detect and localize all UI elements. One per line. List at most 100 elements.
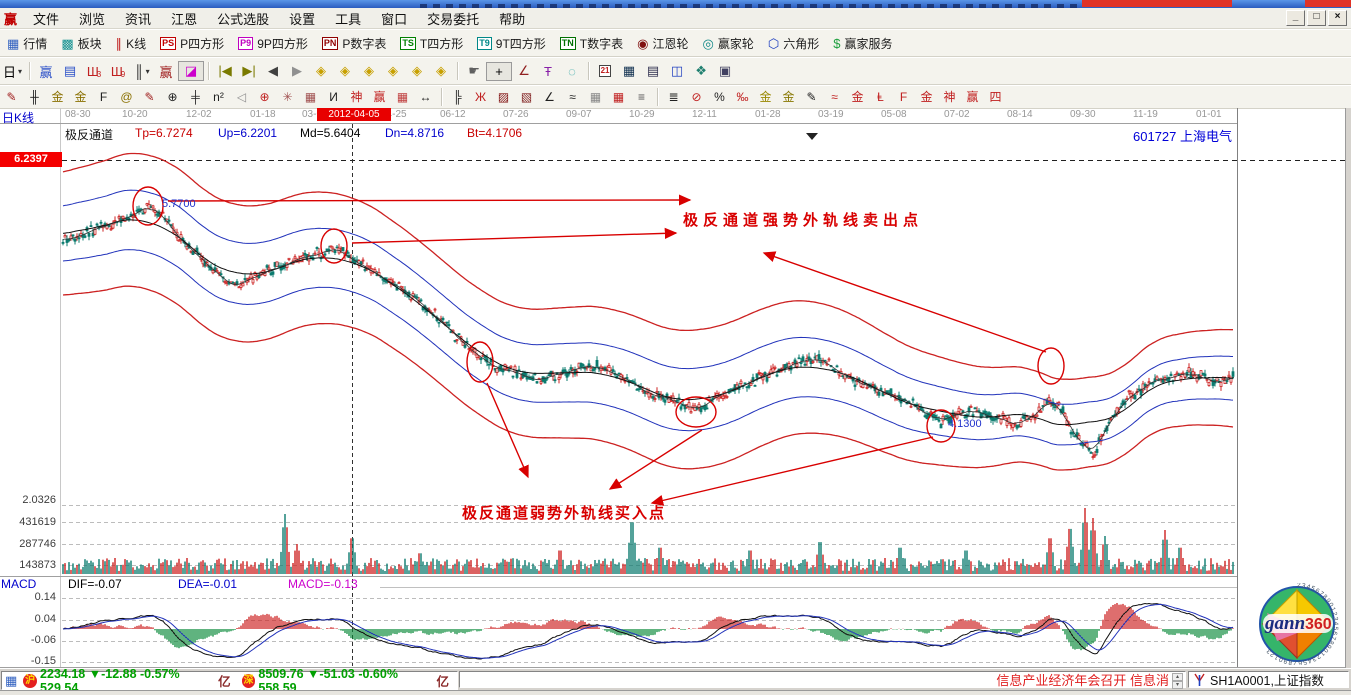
bars-9-button[interactable]: Ш9 — [106, 63, 130, 80]
wave-button[interactable]: ≈ — [561, 89, 584, 105]
menu-item-help[interactable]: 帮助 — [489, 8, 535, 29]
square-numbers-button[interactable]: n² — [207, 89, 230, 105]
menu-item-browse[interactable]: 浏览 — [69, 8, 115, 29]
pen-3-button[interactable]: ✎ — [800, 89, 823, 105]
menu-item-window[interactable]: 窗口 — [371, 8, 417, 29]
gann-grid-2-button[interactable]: ╪ — [184, 89, 207, 105]
f-angle-button[interactable]: F — [892, 89, 915, 105]
color-kline-button[interactable]: ◪ — [178, 61, 204, 81]
angle-line-button[interactable]: ∠ — [538, 89, 561, 105]
hexagon-button[interactable]: ⬡六角形 — [761, 33, 826, 54]
win-red-button[interactable]: 赢 — [154, 61, 178, 82]
gold-circle-button[interactable]: 金 — [754, 89, 777, 105]
quotes-grid-icon[interactable]: ▦ — [5, 673, 17, 689]
next-page-button[interactable]: ▶ — [285, 62, 309, 80]
price-levels-button[interactable]: ≣ — [662, 89, 685, 105]
percent-slash-button[interactable]: ⊘ — [685, 89, 708, 105]
candle-type-button[interactable]: ║▾ — [130, 63, 154, 80]
hand-drag-button[interactable]: ☛ — [462, 62, 486, 80]
parallel-lines-button[interactable]: ≡ — [630, 89, 653, 105]
diamond-right-button[interactable]: ◈ — [333, 62, 357, 80]
t-square-button[interactable]: TST四方形 — [393, 33, 470, 54]
four-angle-button[interactable]: 四 — [984, 89, 1007, 105]
diamond-full-button[interactable]: ◈ — [429, 62, 453, 80]
percent-button[interactable]: % — [708, 89, 731, 105]
levels-button[interactable]: ╠ — [446, 89, 469, 105]
gold-split-2-button[interactable]: 金 — [69, 89, 92, 105]
calendar-button[interactable]: 21 — [593, 64, 617, 78]
gold-split-button[interactable]: 金 — [46, 89, 69, 105]
menu-item-gann[interactable]: 江恩 — [161, 8, 207, 29]
win-tool-button[interactable]: 赢 — [368, 89, 391, 105]
compass-button[interactable]: ⊕ — [253, 89, 276, 105]
menu-item-file[interactable]: 文件 — [23, 8, 69, 29]
9t-square-button[interactable]: T99T四方形 — [470, 33, 553, 54]
prev-page-button[interactable]: ◀ — [261, 62, 285, 80]
analysis-cloud-button[interactable]: ◌ — [560, 63, 584, 80]
kline-button[interactable]: ∥K线 — [109, 33, 154, 54]
data-transfer-button[interactable]: ▣ — [713, 62, 737, 80]
shen-angle-button[interactable]: 神 — [938, 89, 961, 105]
mdi-restore-button[interactable]: □ — [1307, 10, 1326, 26]
gann-tool-button[interactable]: Ŧ — [536, 63, 560, 80]
pen-button[interactable]: ✎ — [0, 89, 23, 105]
trend-angle-button[interactable]: ∠ — [512, 62, 536, 80]
last-page-button[interactable]: ▶| — [237, 62, 261, 80]
menu-item-settings[interactable]: 设置 — [279, 8, 325, 29]
wheel-square-button[interactable]: ▦ — [299, 89, 322, 105]
mdi-close-button[interactable]: × — [1328, 10, 1347, 26]
cycle-ruler-button[interactable]: ⊕ — [161, 89, 184, 105]
news-ticker-text[interactable]: 信息产业经济年会召开 信息消 — [996, 670, 1169, 689]
spiral-button[interactable]: @ — [115, 89, 138, 105]
sectors-button[interactable]: ▩板块 — [54, 33, 108, 54]
wheel-star-button[interactable]: ✳ — [276, 89, 299, 105]
t-number-table-button[interactable]: TNT数字表 — [553, 33, 630, 54]
crosshair-button[interactable]: + — [486, 62, 512, 81]
gold-ray-button[interactable]: 金 — [915, 89, 938, 105]
save-button[interactable]: ◫ — [665, 62, 689, 80]
win-outline-button[interactable]: 赢 — [34, 61, 58, 82]
web-link-button[interactable]: ❖ — [689, 62, 713, 80]
shenzhen-market-badge[interactable]: 深 — [242, 674, 256, 688]
menu-item-trade-order[interactable]: 交易委托 — [417, 8, 489, 29]
calculator-button[interactable]: ▦ — [617, 62, 641, 80]
bars-3-button[interactable]: Ш3 — [82, 63, 106, 80]
diamond-expand-button[interactable]: ◈ — [405, 62, 429, 80]
selected-date-marker[interactable]: 2012-04-05 — [317, 108, 391, 121]
menu-item-news[interactable]: 资讯 — [115, 8, 161, 29]
gann-wheel-button[interactable]: ◉江恩轮 — [630, 33, 695, 54]
gold-line-button[interactable]: 金 — [777, 89, 800, 105]
mirror-button[interactable]: ◁ — [230, 89, 253, 105]
permille-button[interactable]: ‰ — [731, 89, 754, 105]
diagnosis-button[interactable]: ▤ — [58, 62, 82, 80]
diamond-out-button[interactable]: ◈ — [381, 62, 405, 80]
spinner-up-button[interactable]: ▴ — [1172, 673, 1183, 681]
mdi-minimize-button[interactable]: _ — [1286, 10, 1305, 26]
gold-angle-button[interactable]: 金 — [846, 89, 869, 105]
grid-gray-button[interactable]: ▦ — [584, 89, 607, 105]
shade-square-2-button[interactable]: ▧ — [515, 89, 538, 105]
shen-tool-button[interactable]: 神 — [345, 89, 368, 105]
first-page-button[interactable]: |◀ — [213, 62, 237, 80]
quotes-button[interactable]: ▦行情 — [0, 33, 54, 54]
win-angle-button[interactable]: 赢 — [961, 89, 984, 105]
grid-red-button[interactable]: ▦ — [607, 89, 630, 105]
shanghai-market-badge[interactable]: 沪 — [23, 674, 37, 688]
p-number-table-button[interactable]: PNP数字表 — [315, 33, 394, 54]
winner-service-button[interactable]: $赢家服务 — [826, 33, 899, 54]
diamond-in-button[interactable]: ◈ — [357, 62, 381, 80]
channel-wave-button[interactable]: ≈ — [823, 89, 846, 105]
p-square-button[interactable]: PSP四方形 — [153, 33, 231, 54]
l-angle-button[interactable]: Ⱡ — [869, 89, 892, 105]
ruler-123-button[interactable]: ▦ — [391, 89, 414, 105]
width-measure-button[interactable]: ↔ — [414, 89, 437, 105]
memo-button[interactable]: ▤ — [641, 62, 665, 80]
menu-item-formula-stock-pick[interactable]: 公式选股 — [207, 8, 279, 29]
pen-2-button[interactable]: ✎ — [138, 89, 161, 105]
gann-grid-button[interactable]: ╫ — [23, 89, 46, 105]
period-day-button[interactable]: 日▾ — [0, 61, 25, 82]
menu-item-tools[interactable]: 工具 — [325, 8, 371, 29]
9p-square-button[interactable]: P99P四方形 — [231, 33, 315, 54]
ray-fan-button[interactable]: Ж — [469, 89, 492, 105]
fibonacci-button[interactable]: F — [92, 89, 115, 105]
